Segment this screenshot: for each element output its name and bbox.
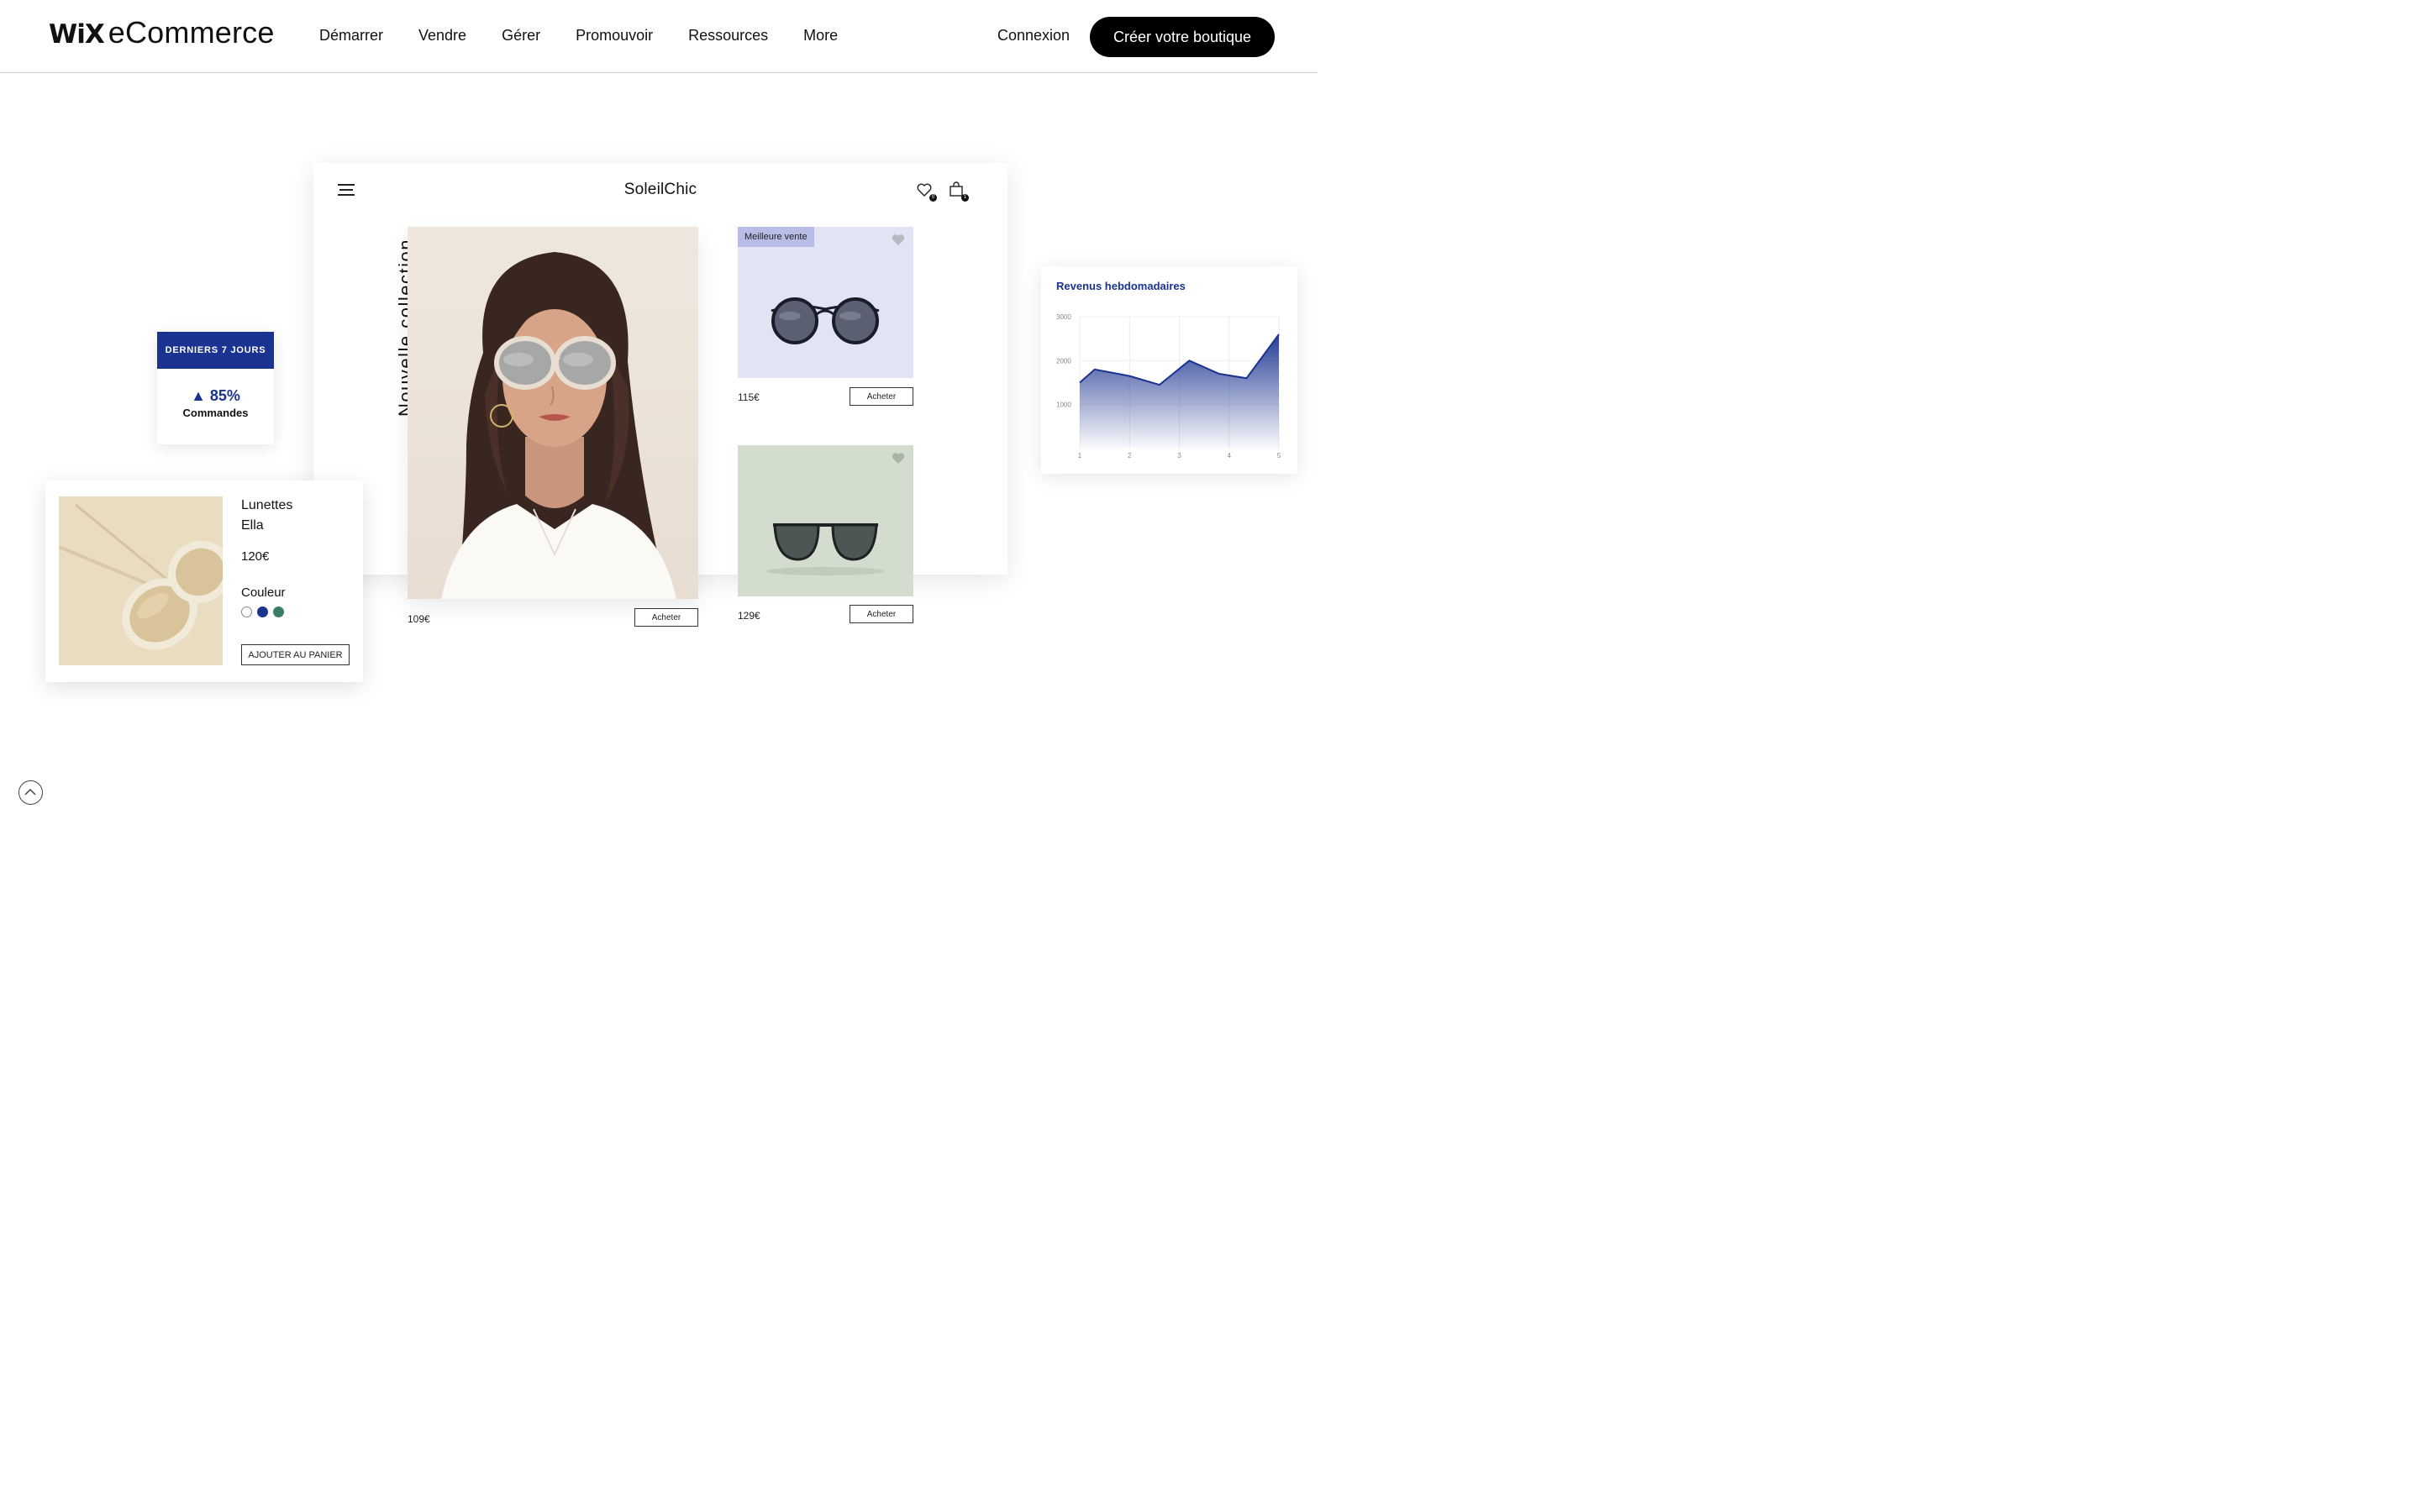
y-tick-label: 1000 [1056, 402, 1071, 409]
login-link[interactable]: Connexion [997, 27, 1070, 45]
product-card-image[interactable] [738, 445, 913, 596]
product-card-image[interactable]: Meilleure vente [738, 227, 913, 378]
swatch-green[interactable] [273, 606, 284, 617]
round-sunglasses-image [771, 297, 880, 344]
swatch-white[interactable] [241, 606, 252, 617]
y-tick-label: 3000 [1056, 313, 1071, 321]
weekly-revenue-card: Revenus hebdomadaires 1 2 3 4 5 1000 2000 3000 [1041, 266, 1297, 474]
hero-model-image[interactable] [408, 227, 698, 599]
product-2-price: 129€ [738, 610, 760, 622]
stats-growth-value: ▲ 85% [191, 387, 240, 404]
x-tick-label: 1 [1078, 452, 1082, 459]
stats-metric-label: Commandes [182, 407, 249, 419]
x-tick-label: 3 [1177, 452, 1181, 459]
add-to-cart-button[interactable]: AJOUTER AU PANIER [241, 644, 350, 665]
product-2-buy-button[interactable]: Acheter [850, 605, 913, 623]
product-1-price: 115€ [738, 391, 760, 403]
x-tick-label: 5 [1277, 452, 1281, 459]
product-detail-card: Lunettes Ella 120€ Couleur AJOUTER AU PA… [45, 480, 363, 682]
shopping-bag-icon[interactable]: 1 [948, 181, 969, 202]
scroll-to-top-button[interactable] [18, 780, 43, 805]
wix-ecommerce-logo[interactable]: WiX eCommerce [49, 15, 275, 50]
hero-buy-button[interactable]: Acheter [634, 608, 698, 627]
logo-wix-text: WiX [49, 19, 105, 50]
y-tick-label: 2000 [1056, 357, 1071, 365]
nav-item-promouvoir[interactable]: Promouvoir [576, 27, 653, 45]
swatch-blue[interactable] [257, 606, 268, 617]
square-sunglasses-image [766, 523, 884, 575]
color-label: Couleur [241, 585, 286, 600]
product-name-line-2: Ella [241, 518, 264, 533]
revenue-area-chart: 1 2 3 4 5 1000 2000 3000 [1056, 313, 1281, 459]
nav-item-more[interactable]: More [803, 27, 838, 45]
orders-stats-card: DERNIERS 7 JOURS ▲ 85% Commandes [157, 332, 274, 444]
logo-ecommerce-text: eCommerce [108, 15, 275, 50]
stats-period-label: DERNIERS 7 JOURS [157, 332, 274, 369]
chevron-up-icon [24, 788, 36, 795]
nav-item-vendre[interactable]: Vendre [418, 27, 466, 45]
product-detail-name: Lunettes Ella [241, 496, 292, 536]
wishlist-heart-icon[interactable]: 0 [916, 181, 937, 202]
color-swatches [241, 606, 289, 617]
nav-item-ressources[interactable]: Ressources [688, 27, 768, 45]
cart-count-badge: 1 [961, 194, 969, 202]
top-navigation-bar: WiX eCommerce Démarrer Vendre Gérer Prom… [0, 0, 1318, 73]
store-name: SoleilChic [623, 181, 697, 198]
x-tick-label: 4 [1228, 452, 1232, 459]
nav-item-gerer[interactable]: Gérer [502, 27, 540, 45]
product-detail-image[interactable] [59, 496, 223, 665]
main-nav: Démarrer Vendre Gérer Promouvoir Ressour… [319, 27, 873, 45]
product-1-buy-button[interactable]: Acheter [850, 387, 913, 406]
product-name-line-1: Lunettes [241, 498, 293, 512]
wishlist-count-badge: 0 [929, 194, 937, 202]
nav-item-demarrer[interactable]: Démarrer [319, 27, 383, 45]
create-store-button[interactable]: Créer votre boutique [1090, 17, 1275, 57]
hero-product-price: 109€ [408, 613, 430, 625]
product-detail-price: 120€ [241, 549, 270, 564]
x-tick-label: 2 [1128, 452, 1132, 459]
